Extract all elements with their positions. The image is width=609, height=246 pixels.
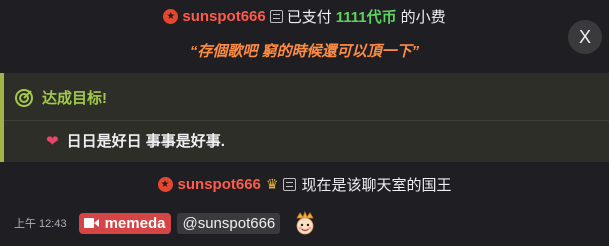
- king-text: 现在是该聊天室的国王: [301, 177, 452, 194]
- star-icon: ★: [157, 177, 173, 192]
- king-username[interactable]: sunspot666: [178, 176, 261, 193]
- goal-title: 达成目标!: [42, 90, 107, 107]
- king-message: ★ sunspot666 ♛ 现在是该聊天室的国王: [0, 174, 609, 195]
- goal-text: 日日是好日 事事是好事.: [66, 133, 225, 150]
- sender-name: memeda: [104, 214, 166, 232]
- tip-text: “存個歌吧 窮的時候還可以頂一下”: [189, 43, 420, 60]
- target-icon: [15, 88, 33, 107]
- crown-icon: ♛: [265, 176, 279, 192]
- heart-icon: ❤: [46, 132, 59, 150]
- tip-message: ★ sunspot666 已支付 1111代币 的小费 “存個歌吧 窮的時候還可以頂…: [0, 0, 609, 66]
- king-emote: [296, 210, 314, 235]
- x-icon: X: [578, 26, 591, 47]
- goal-header: 达成目标!: [14, 87, 107, 108]
- mention[interactable]: @sunspot666: [177, 212, 281, 234]
- timestamp: 上午 12:43: [14, 218, 67, 230]
- x-button[interactable]: X: [568, 20, 602, 54]
- goal-divider: [4, 120, 609, 121]
- tip-line: ★ sunspot666 已支付 1111代币 的小费: [0, 6, 609, 27]
- camera-icon: [83, 218, 99, 228]
- document-icon: [269, 10, 283, 23]
- document-icon: [283, 178, 297, 191]
- star-icon: ★: [163, 9, 179, 24]
- tip-suffix: 的小费: [400, 9, 446, 26]
- goal-body: ❤ 日日是好日 事事是好事.: [46, 130, 225, 151]
- tip-amount: 1111代币: [335, 9, 397, 26]
- sender-badge[interactable]: memeda: [78, 212, 172, 234]
- tip-username[interactable]: sunspot666: [182, 8, 265, 25]
- chat-message: 上午 12:43 memeda @sunspot666: [14, 210, 318, 236]
- goal-card: 达成目标! ❤ 日日是好日 事事是好事.: [0, 73, 609, 162]
- tip-prefix: 已支付: [286, 9, 332, 26]
